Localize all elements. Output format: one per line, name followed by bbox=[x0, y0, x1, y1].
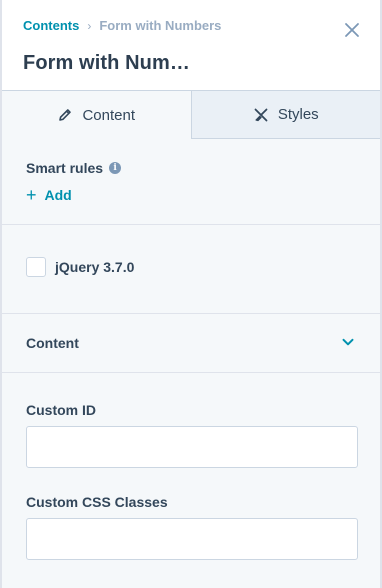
content-section-label: Content bbox=[26, 335, 79, 351]
jquery-checkbox[interactable] bbox=[26, 257, 46, 277]
smart-rules-section: Smart rules i + Add bbox=[2, 139, 380, 225]
breadcrumb-current: Form with Numbers bbox=[99, 18, 222, 33]
chevron-down-icon bbox=[342, 338, 354, 346]
smart-rules-heading: Smart rules i bbox=[26, 160, 122, 176]
jquery-checkbox-row[interactable]: jQuery 3.7.0 bbox=[26, 257, 134, 277]
custom-css-label: Custom CSS Classes bbox=[26, 494, 168, 510]
add-smart-rule-button[interactable]: + Add bbox=[26, 185, 72, 205]
pencil-icon bbox=[57, 107, 73, 123]
tab-styles[interactable]: Styles bbox=[191, 91, 380, 139]
panel-header: Contents › Form with Numbers Form with N… bbox=[2, 0, 380, 90]
brush-icon bbox=[253, 107, 269, 123]
breadcrumb-contents-link[interactable]: Contents bbox=[23, 18, 79, 33]
tab-content-label: Content bbox=[82, 106, 136, 124]
tab-styles-label: Styles bbox=[277, 106, 319, 123]
info-icon[interactable]: i bbox=[109, 162, 122, 174]
smart-rules-label: Smart rules bbox=[26, 160, 104, 176]
breadcrumb: Contents › Form with Numbers bbox=[23, 18, 221, 33]
page-title: Form with Num… bbox=[23, 52, 190, 74]
tab-bar: Content Styles bbox=[2, 90, 380, 139]
custom-id-input[interactable] bbox=[26, 426, 358, 468]
add-label: Add bbox=[44, 187, 72, 203]
content-section-toggle[interactable]: Content bbox=[2, 314, 380, 373]
custom-css-input[interactable] bbox=[26, 518, 358, 560]
custom-id-label: Custom ID bbox=[26, 402, 96, 418]
jquery-checkbox-label: jQuery 3.7.0 bbox=[55, 259, 135, 275]
jquery-section: jQuery 3.7.0 bbox=[2, 225, 380, 314]
plus-icon: + bbox=[26, 185, 37, 205]
sidebar-panel: Contents › Form with Numbers Form with N… bbox=[0, 0, 382, 588]
breadcrumb-separator: › bbox=[87, 18, 92, 33]
close-button[interactable] bbox=[344, 22, 360, 38]
tab-content[interactable]: Content bbox=[2, 91, 192, 139]
close-icon bbox=[345, 23, 359, 37]
